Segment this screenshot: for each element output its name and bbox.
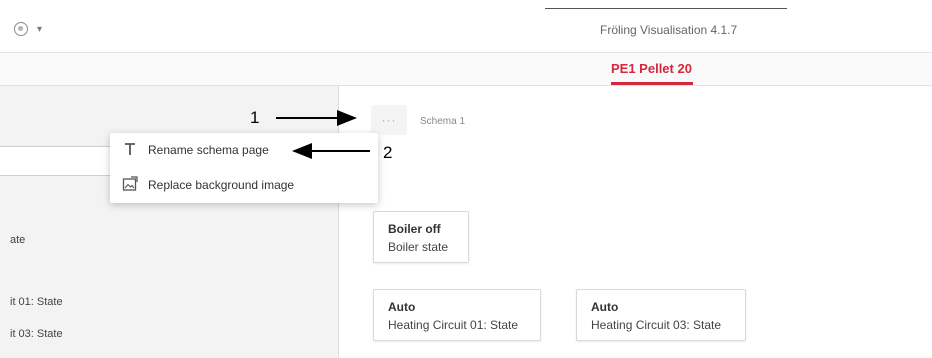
annotation-number-1: 1 — [250, 108, 260, 127]
annotation-arrows — [276, 110, 370, 159]
annotation-number-2: 2 — [383, 143, 393, 162]
